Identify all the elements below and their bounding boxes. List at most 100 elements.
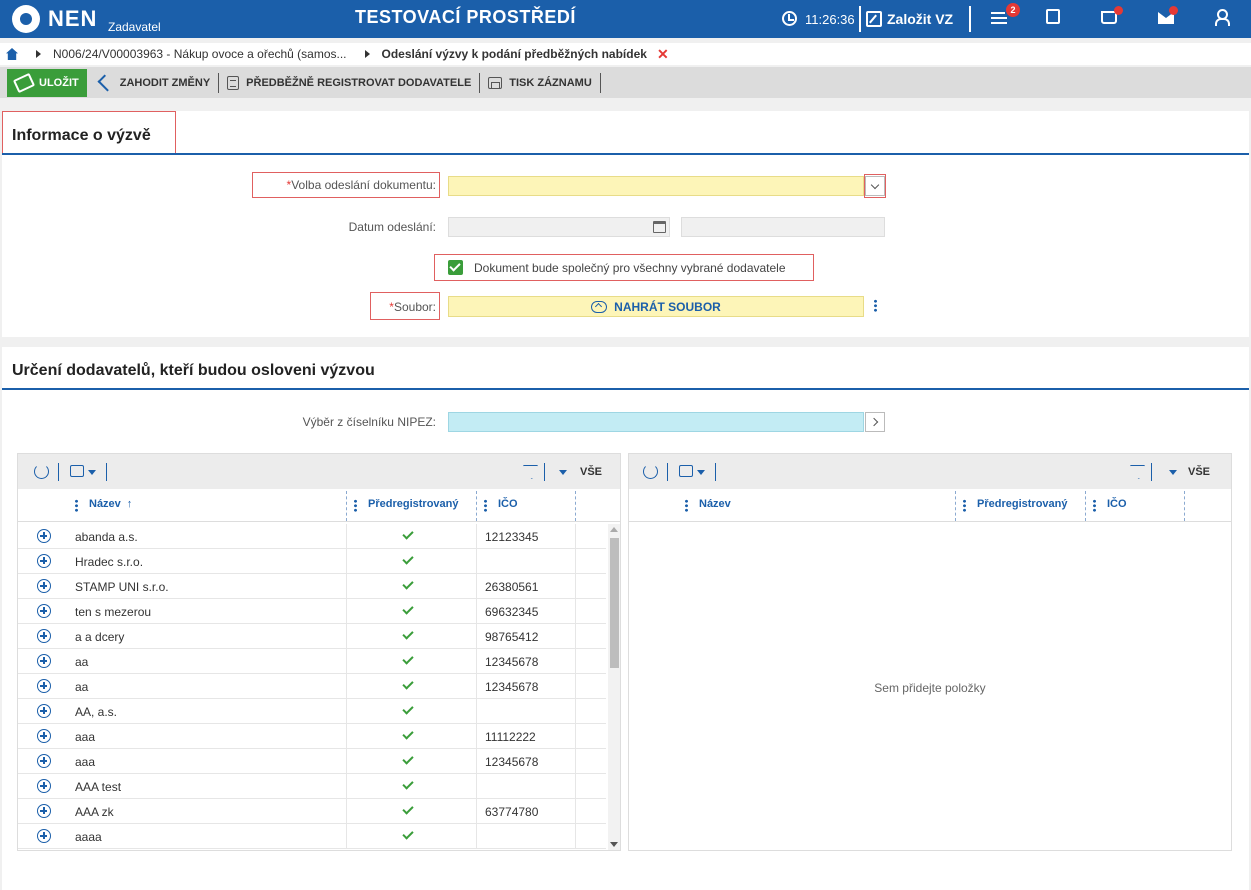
upload-file-button[interactable]: NAHRÁT SOUBOR [448,296,864,317]
nipez-open-button[interactable] [865,412,885,432]
cell-divider [476,649,477,674]
filter-icon[interactable] [1130,465,1145,479]
column-divider [1085,491,1086,521]
printer-icon[interactable] [679,465,693,477]
close-icon[interactable]: ✕ [657,46,669,63]
add-icon[interactable] [37,654,51,668]
highlight-box [864,174,886,198]
column-header-preregistered[interactable]: Předregistrovaný [368,498,458,510]
save-label: ULOŽIT [39,76,79,89]
add-icon[interactable] [37,779,51,793]
more-options-icon[interactable] [874,299,877,312]
supplier-ico: 63774780 [485,805,539,819]
caret-down-icon[interactable] [88,470,96,475]
refresh-icon[interactable] [643,464,658,479]
column-header-preregistered[interactable]: Předregistrovaný [977,498,1067,510]
refresh-icon[interactable] [34,464,49,479]
cell-divider [476,774,477,799]
add-icon[interactable] [37,754,51,768]
print-record-button[interactable]: TISK ZÁZNAMU [480,73,600,93]
scrollbar[interactable] [608,524,620,850]
common-document-checkbox[interactable] [448,260,463,275]
caret-down-icon[interactable] [697,470,705,475]
column-divider [955,491,956,521]
column-menu-icon[interactable] [685,499,688,512]
grid-toolbar: VŠE [629,454,1231,489]
section-rule [2,153,1249,155]
discard-changes-button[interactable]: ZAHODIT ZMĚNY [87,73,218,93]
table-row[interactable]: aaa 11112222 [18,724,606,749]
empty-grid-message: Sem přidejte položky [874,681,986,695]
column-menu-icon[interactable] [354,499,357,512]
filter-icon[interactable] [523,465,538,479]
add-icon[interactable] [37,704,51,718]
upload-label: NAHRÁT SOUBOR [614,299,721,314]
table-row[interactable]: a a dcery 98765412 [18,624,606,649]
caret-down-icon[interactable] [559,470,567,475]
nipez-input[interactable] [448,412,864,432]
table-row[interactable]: aa 12345678 [18,674,606,699]
supplier-name: aa [75,655,89,669]
add-icon[interactable] [37,604,51,618]
column-menu-icon[interactable] [1093,499,1096,512]
column-header-ico[interactable]: IČO [498,498,518,510]
supplier-ico: 26380561 [485,580,539,594]
supplier-ico: 98765412 [485,630,539,644]
column-menu-icon[interactable] [484,499,487,512]
notification-badge: 2 [1006,3,1020,17]
separator [859,6,861,32]
user-icon[interactable] [1214,9,1230,26]
table-row[interactable]: AAA test [18,774,606,799]
supplier-name: abanda a.s. [75,530,138,544]
add-icon[interactable] [37,804,51,818]
separator [667,463,668,481]
show-all-button[interactable]: VŠE [580,466,602,478]
add-icon[interactable] [37,529,51,543]
table-row[interactable]: aa 12345678 [18,649,606,674]
printer-icon[interactable] [70,465,84,477]
new-vz-button[interactable]: Založit VZ [866,8,953,30]
scroll-thumb[interactable] [610,538,619,668]
add-icon[interactable] [37,729,51,743]
add-icon[interactable] [37,829,51,843]
supplier-name: a a dcery [75,630,125,644]
table-row[interactable]: ten s mezerou 69632345 [18,599,606,624]
column-menu-icon[interactable] [75,499,78,512]
caret-down-icon[interactable] [1169,470,1177,475]
calculator-icon[interactable] [1046,9,1068,29]
scroll-up-icon[interactable] [610,527,618,532]
section-rule [2,388,1249,390]
nipez-label: Výběr z číselníku NIPEZ: [302,415,436,429]
preregister-supplier-button[interactable]: PŘEDBĚŽNĚ REGISTROVAT DODAVATELE [219,73,479,93]
supplier-name: AAA test [75,780,122,794]
column-header-ico[interactable]: IČO [1107,498,1127,510]
supplier-name: ten s mezerou [75,605,152,619]
column-header-name[interactable]: Název ↑ [89,498,132,510]
cell-divider [476,524,477,549]
column-divider [476,491,477,521]
table-row[interactable]: aaaa [18,824,606,849]
cell-divider [346,549,347,574]
check-icon [402,653,414,665]
table-row[interactable]: abanda a.s. 12123345 [18,524,606,549]
table-row[interactable]: aaa 12345678 [18,749,606,774]
breadcrumb-item-tender[interactable]: N006/24/V00003963 - Nákup ovoce a ořechů… [53,47,347,61]
add-icon[interactable] [37,554,51,568]
table-row[interactable]: AAA zk 63774780 [18,799,606,824]
table-row[interactable]: Hradec s.r.o. [18,549,606,574]
cell-divider [346,749,347,774]
column-menu-icon[interactable] [963,499,966,512]
add-icon[interactable] [37,629,51,643]
send-option-select[interactable] [448,176,864,196]
scroll-down-icon[interactable] [610,842,618,847]
column-header-name[interactable]: Název [699,498,731,510]
column-divider [575,491,576,521]
show-all-button[interactable]: VŠE [1188,466,1210,478]
home-icon[interactable] [6,48,18,60]
table-row[interactable]: AA, a.s. [18,699,606,724]
save-button[interactable]: ULOŽIT [7,68,87,97]
add-icon[interactable] [37,579,51,593]
common-document-label: Dokument bude společný pro všechny vybra… [474,261,786,275]
table-row[interactable]: STAMP UNI s.r.o. 26380561 [18,574,606,599]
add-icon[interactable] [37,679,51,693]
